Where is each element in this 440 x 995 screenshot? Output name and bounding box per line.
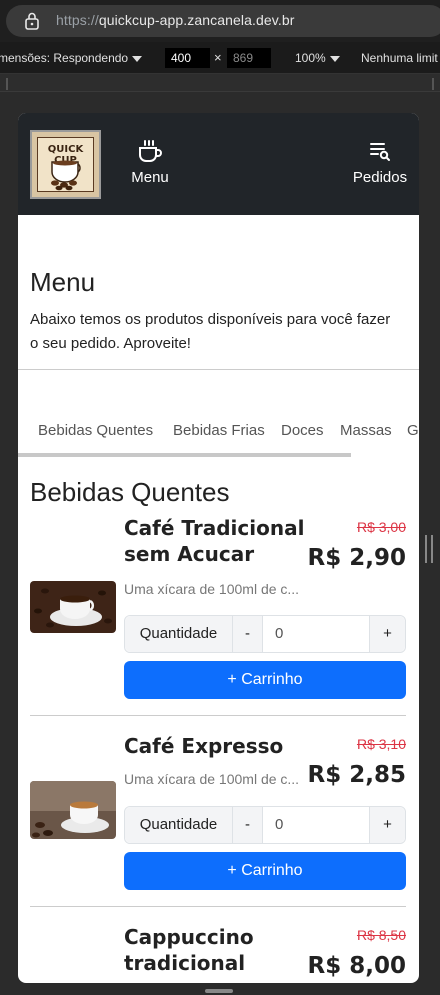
tab-next-category[interactable]: G [407,422,419,439]
tab-bebidas-frias[interactable]: Bebidas Frias [173,422,265,439]
product-old-price: R$ 3,00 [356,519,406,535]
zoom-select[interactable]: 100% [295,51,340,65]
nav-orders-link[interactable]: Pedidos [350,139,410,186]
product-name-line2: tradicional [124,951,246,975]
browser-url-bar: https://quickcup-app.zancanela.dev.br [0,0,440,42]
ruler-mark [6,78,8,90]
page-title: Menu [30,267,96,297]
product-name: Cappuccino tradicional [124,924,254,976]
quantity-label: Quantidade [125,616,233,652]
coffee-cup-logo-icon [51,160,81,191]
product-name-line1: Cappuccino [124,925,254,949]
product-price: R$ 2,90 [307,545,406,571]
product-name-line2: sem Acucar [124,542,255,566]
url-host: quickcup-app.zancanela.dev.br [98,12,295,28]
coffee-cup-icon [139,140,162,162]
quantity-stepper: Quantidade - 0 + [124,806,406,844]
ruler-mark [432,78,434,90]
url-text[interactable]: https://quickcup-app.zancanela.dev.br [56,12,294,28]
product-name-line1: Café Tradicional [124,516,305,540]
quantity-input[interactable]: 0 [275,807,283,843]
dimensions-label: mensões: Respondendo [0,51,129,65]
nav-orders-label: Pedidos [352,169,408,186]
throttle-select[interactable]: Nenhuma limit [361,51,438,65]
increment-button[interactable]: + [369,807,405,843]
product-image [30,781,116,839]
tab-massas[interactable]: Massas [340,422,392,439]
nav-menu-link[interactable]: Menu [124,139,176,186]
logo-image: QUICK CUP [37,137,94,192]
zoom-label: 100% [295,51,326,65]
resize-handle-bottom[interactable] [205,989,233,993]
product-image [30,581,116,633]
brand-logo[interactable]: QUICK CUP [30,130,101,199]
width-input[interactable]: 400 [165,48,210,68]
resize-handle-right[interactable] [425,535,433,563]
nav-menu-label: Menu [131,169,169,186]
category-tabs: Bebidas Quentes Bebidas Frias Doces Mass… [18,411,419,457]
product-divider [30,715,406,716]
list-search-icon [370,143,390,161]
add-to-cart-button[interactable]: + Carrinho [124,852,406,890]
product-divider [30,906,406,907]
section-title: Bebidas Quentes [30,477,230,507]
product-old-price: R$ 8,50 [356,927,406,943]
quantity-input[interactable]: 0 [275,616,283,652]
product-description: Uma xícara de 100ml de c... [124,581,300,597]
tab-doces[interactable]: Doces [281,422,324,439]
times-sign: × [214,50,222,65]
product-description: Uma xícara de 100ml de c... [124,771,300,787]
product-old-price: R$ 3,10 [356,736,406,752]
product-name: Café Expresso [124,733,283,759]
add-to-cart-button[interactable]: + Carrinho [124,661,406,699]
tab-bebidas-quentes[interactable]: Bebidas Quentes [38,422,153,439]
product-name-line1: Café Expresso [124,734,284,758]
chevron-down-icon [329,55,340,62]
chevron-down-icon [132,55,143,62]
site-info-icon[interactable] [22,11,42,31]
quantity-label: Quantidade [125,807,233,843]
product-price: R$ 8,00 [307,953,406,979]
product-price: R$ 2,85 [307,762,406,788]
intro-section: Menu Abaixo temos os produtos disponívei… [18,215,419,370]
tabs-scrollbar[interactable] [18,453,351,457]
decrement-button[interactable]: - [233,807,263,843]
increment-button[interactable]: + [369,616,405,652]
device-toolbar: mensões: Respondendo 400 × 869 100% Nenh… [0,42,440,74]
dimensions-select[interactable]: mensões: Respondendo [0,51,143,65]
decrement-button[interactable]: - [233,616,263,652]
navbar: QUICK CUP Menu Pedidos [18,113,419,215]
quantity-stepper: Quantidade - 0 + [124,615,406,653]
product-name: Café Tradicional sem Acucar [124,515,304,567]
page-viewport: QUICK CUP Menu Pedidos Menu Abaixo temos… [18,113,419,983]
url-scheme: https:// [56,12,99,28]
media-query-ruler [0,74,440,92]
height-input[interactable]: 869 [227,48,271,68]
page-description: Abaixo temos os produtos disponíveis par… [30,311,391,352]
